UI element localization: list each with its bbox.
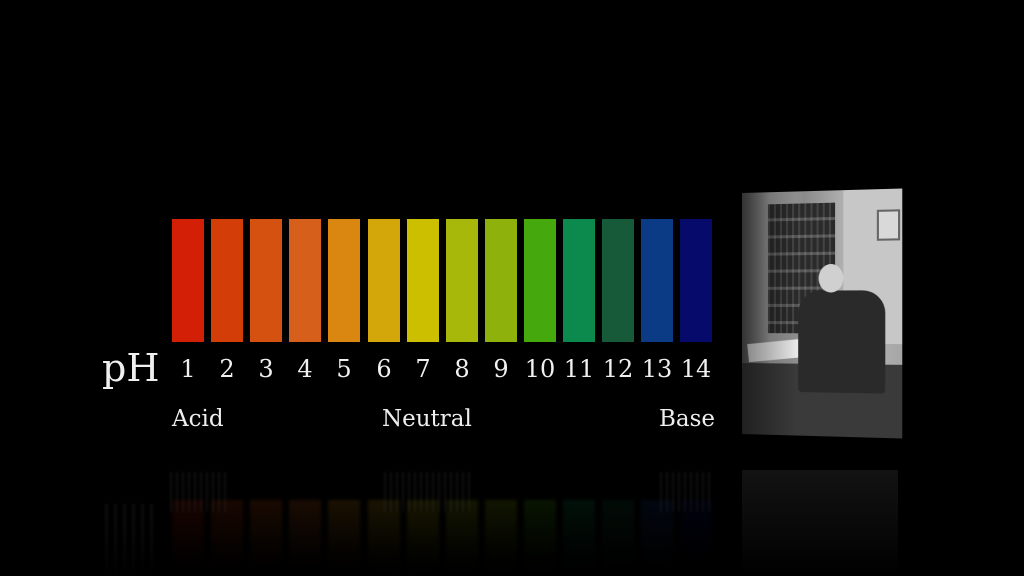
ph-swatch-1 [172,219,204,342]
photo-shade [742,188,902,438]
ph-prefix-label: pH [102,346,159,390]
ph-scale-diagram: 1 2 3 4 5 6 7 8 9 10 11 12 13 14 pH Acid Neutral Base [0,0,1024,576]
ph-number-8: 8 [442,354,482,384]
ph-number-9: 9 [481,354,521,384]
scientist-portrait-photo [742,188,902,438]
ph-swatch-12 [602,219,634,342]
acid-label: Acid [172,404,224,434]
ph-swatch-10 [524,219,556,342]
ph-swatch-3 [250,219,282,342]
ph-swatch-4 [289,219,321,342]
ph-number-5: 5 [324,354,364,384]
ph-number-6: 6 [364,354,404,384]
ph-number-14: 14 [676,354,716,384]
ph-swatch-13 [641,219,673,342]
ph-number-10: 10 [520,354,560,384]
ph-number-4: 4 [285,354,325,384]
ph-swatch-2 [211,219,243,342]
ph-number-7: 7 [403,354,443,384]
neutral-label: Neutral [382,404,472,434]
ph-number-13: 13 [637,354,677,384]
ph-number-2: 2 [207,354,247,384]
ph-swatch-11 [563,219,595,342]
ph-swatch-5 [328,219,360,342]
ph-swatch-6 [368,219,400,342]
photo-reflection [742,470,898,576]
base-label: Base [659,404,715,434]
ph-number-12: 12 [598,354,638,384]
ph-swatch-14 [680,219,712,342]
ph-swatch-8 [446,219,478,342]
ph-number-11: 11 [559,354,599,384]
ph-swatch-9 [485,219,517,342]
ph-swatch-7 [407,219,439,342]
ph-number-1: 1 [168,354,208,384]
ph-number-3: 3 [246,354,286,384]
